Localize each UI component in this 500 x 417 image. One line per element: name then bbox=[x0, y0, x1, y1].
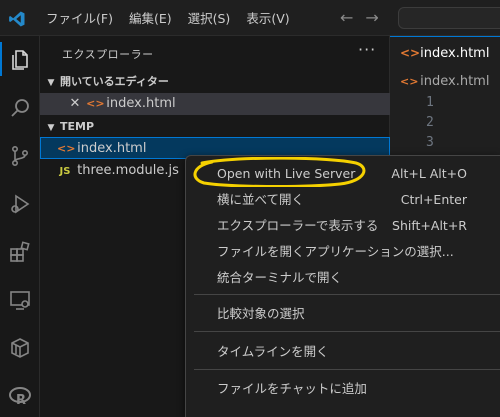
open-editor-filename: index.html bbox=[106, 96, 176, 111]
menu-item-label: 比較対象の選択 bbox=[217, 306, 305, 321]
extensions-icon[interactable] bbox=[6, 238, 34, 266]
line-number: 2 bbox=[426, 115, 434, 130]
r-icon[interactable]: R bbox=[6, 382, 34, 410]
active-indicator bbox=[0, 42, 2, 76]
menu-item-label: 横に並べて開く bbox=[217, 192, 305, 207]
menu-item-reveal-in-explorer[interactable]: エクスプローラーで表示する Shift+Alt+R bbox=[186, 214, 500, 238]
context-menu: Open with Live Server Alt+L Alt+O 横に並べて開… bbox=[185, 155, 500, 417]
remote-explorer-icon[interactable] bbox=[6, 286, 34, 314]
js-file-icon: JS bbox=[59, 166, 71, 177]
title-bar: ファイル(F) 編集(E) 選択(S) 表示(V) ← → bbox=[0, 0, 500, 36]
annotation-highlight-ring bbox=[193, 157, 366, 187]
chevron-down-icon: ▼ bbox=[47, 78, 55, 88]
open-editor-item[interactable]: ✕ <> index.html bbox=[40, 93, 390, 115]
html-file-icon: <> bbox=[400, 75, 419, 88]
file-name: index.html bbox=[77, 141, 147, 156]
search-icon[interactable] bbox=[6, 94, 34, 122]
file-name: three.module.js bbox=[77, 163, 179, 178]
menu-item-open-timeline[interactable]: タイムラインを開く bbox=[186, 340, 500, 364]
menu-item-shortcut: Alt+L Alt+O bbox=[391, 166, 467, 181]
package-icon[interactable] bbox=[6, 334, 34, 362]
forward-arrow-icon[interactable]: → bbox=[365, 8, 378, 27]
menu-bar: ファイル(F) 編集(E) 選択(S) 表示(V) bbox=[38, 9, 298, 29]
svg-text:R: R bbox=[16, 393, 26, 408]
chevron-down-icon: ▼ bbox=[47, 123, 55, 133]
breadcrumb[interactable]: <> index.html bbox=[400, 74, 489, 89]
menu-item-open-with[interactable]: ファイルを開くアプリケーションの選択... bbox=[186, 240, 500, 264]
menu-edit[interactable]: 編集(E) bbox=[121, 9, 180, 29]
editor-tab-index-html[interactable]: <> index.html bbox=[390, 36, 500, 70]
menu-file[interactable]: ファイル(F) bbox=[38, 9, 121, 29]
menu-item-select-for-compare[interactable]: 比較対象の選択 bbox=[186, 302, 500, 326]
menu-item-label: エクスプローラーで表示する bbox=[217, 218, 379, 233]
run-debug-icon[interactable] bbox=[6, 190, 34, 218]
back-arrow-icon[interactable]: ← bbox=[340, 8, 353, 27]
breadcrumb-file: index.html bbox=[420, 74, 490, 89]
menu-item-label: ファイルを開くアプリケーションの選択... bbox=[217, 244, 454, 259]
html-file-icon: <> bbox=[400, 46, 421, 60]
vscode-logo-icon bbox=[9, 11, 25, 27]
more-actions-icon[interactable]: ··· bbox=[358, 40, 376, 59]
menu-item-shortcut: Ctrl+Enter bbox=[400, 192, 467, 207]
source-control-icon[interactable] bbox=[6, 142, 34, 170]
open-editors-label: 開いているエディター bbox=[60, 75, 169, 88]
menu-separator bbox=[194, 294, 500, 295]
line-number: 3 bbox=[426, 135, 434, 150]
open-editors-header[interactable]: ▼ 開いているエディター bbox=[40, 72, 390, 92]
navigation-arrows: ← → bbox=[340, 8, 379, 27]
line-number: 1 bbox=[426, 95, 434, 110]
files-icon[interactable] bbox=[6, 46, 34, 74]
tab-label: index.html bbox=[420, 46, 490, 61]
html-file-icon: <> bbox=[57, 142, 76, 155]
menu-item-shortcut: Shift+Alt+R bbox=[392, 218, 467, 233]
menu-view[interactable]: 表示(V) bbox=[238, 9, 297, 29]
activity-bar: R bbox=[0, 36, 40, 417]
command-center-input[interactable] bbox=[398, 7, 500, 29]
menu-item-label: 統合ターミナルで開く bbox=[217, 270, 343, 285]
menu-item-add-to-chat[interactable]: ファイルをチャットに追加 bbox=[186, 377, 500, 401]
menu-item-label: ファイルをチャットに追加 bbox=[217, 381, 367, 396]
menu-separator bbox=[194, 331, 500, 332]
html-file-icon: <> bbox=[86, 97, 105, 110]
workspace-label: TEMP bbox=[60, 120, 95, 133]
workspace-header[interactable]: ▼ TEMP bbox=[40, 117, 390, 137]
sidebar-title: エクスプローラー bbox=[62, 48, 154, 61]
menu-selection[interactable]: 選択(S) bbox=[180, 9, 239, 29]
menu-item-open-to-side[interactable]: 横に並べて開く Ctrl+Enter bbox=[186, 188, 500, 212]
close-icon[interactable]: ✕ bbox=[68, 93, 82, 115]
menu-item-open-in-terminal[interactable]: 統合ターミナルで開く bbox=[186, 266, 500, 290]
menu-item-label: タイムラインを開く bbox=[217, 344, 329, 359]
menu-separator bbox=[194, 369, 500, 370]
